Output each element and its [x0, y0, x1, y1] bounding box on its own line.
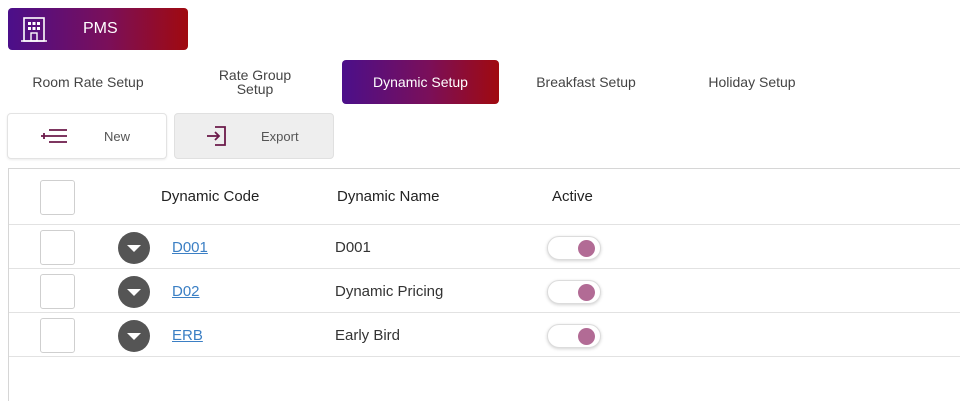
table-row: D02 Dynamic Pricing — [9, 269, 960, 313]
app-badge[interactable]: PMS — [8, 8, 188, 50]
active-toggle[interactable] — [547, 324, 601, 348]
active-toggle[interactable] — [547, 280, 601, 304]
export-button[interactable]: Export — [174, 113, 334, 159]
tab-room-rate-setup[interactable]: Room Rate Setup — [8, 60, 168, 104]
dynamic-setup-grid: Dynamic Code Dynamic Name Active D001 D0… — [8, 168, 960, 401]
dynamic-code-link[interactable]: D02 — [172, 283, 200, 300]
new-label: New — [104, 129, 131, 144]
toggle-knob — [578, 240, 595, 257]
column-header-dynamic-code[interactable]: Dynamic Code — [161, 188, 259, 205]
select-all-checkbox[interactable] — [40, 180, 75, 215]
row-checkbox[interactable] — [40, 274, 75, 309]
column-header-dynamic-name[interactable]: Dynamic Name — [337, 188, 440, 205]
dynamic-name-cell: D001 — [335, 239, 371, 256]
row-checkbox[interactable] — [40, 230, 75, 265]
tab-breakfast-setup[interactable]: Breakfast Setup — [506, 60, 666, 104]
tab-dynamic-setup[interactable]: Dynamic Setup — [342, 60, 499, 104]
active-toggle[interactable] — [547, 236, 601, 260]
new-button[interactable]: New — [7, 113, 167, 159]
tab-holiday-setup[interactable]: Holiday Setup — [672, 60, 832, 104]
tab-rate-group-setup[interactable]: Rate Group Setup — [175, 60, 335, 104]
table-row: ERB Early Bird — [9, 313, 960, 357]
export-icon — [205, 124, 229, 151]
expand-row-icon[interactable] — [118, 276, 150, 308]
app-name: PMS — [83, 20, 118, 37]
add-list-icon — [41, 128, 69, 147]
dynamic-code-link[interactable]: ERB — [172, 327, 203, 344]
column-header-active[interactable]: Active — [552, 188, 593, 205]
dynamic-name-cell: Early Bird — [335, 327, 401, 344]
grid-header: Dynamic Code Dynamic Name Active — [9, 169, 960, 225]
toggle-knob — [578, 328, 595, 345]
expand-row-icon[interactable] — [118, 320, 150, 352]
export-label: Export — [261, 129, 299, 144]
table-row: D001 D001 — [9, 225, 960, 269]
setup-tabs: Room Rate Setup Rate Group Setup Dynamic… — [0, 60, 960, 104]
hotel-building-icon — [21, 15, 47, 43]
row-checkbox[interactable] — [40, 318, 75, 353]
expand-row-icon[interactable] — [118, 232, 150, 264]
dynamic-name-cell: Dynamic Pricing — [335, 283, 444, 300]
toggle-knob — [578, 284, 595, 301]
dynamic-code-link[interactable]: D001 — [172, 239, 208, 256]
